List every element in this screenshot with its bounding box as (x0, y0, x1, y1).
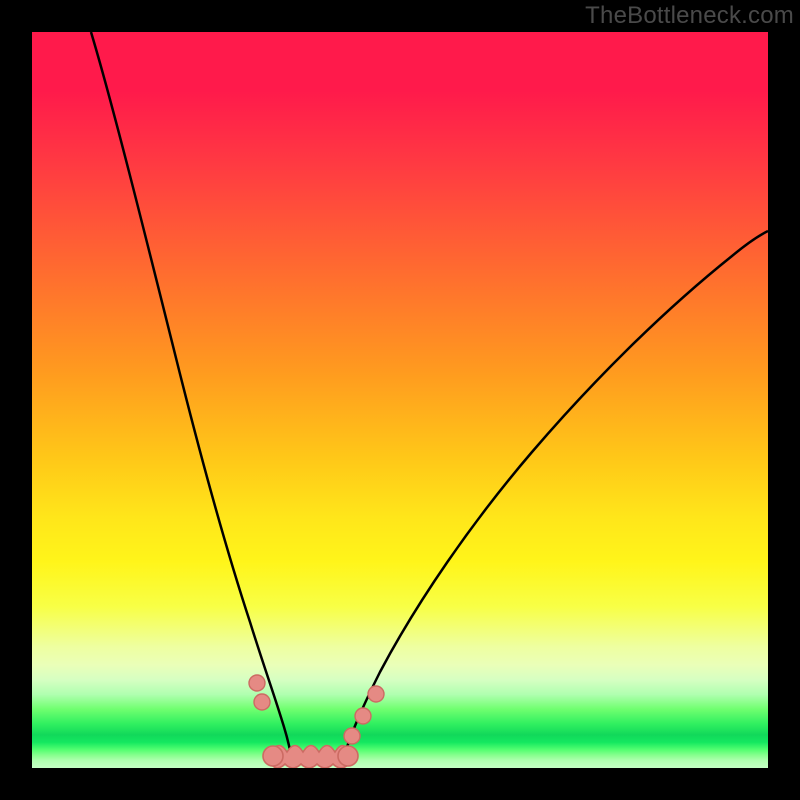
right-marker-1 (344, 728, 360, 744)
bottom-cap-right (338, 746, 358, 766)
right-curve (341, 231, 768, 768)
curves-svg (32, 32, 768, 768)
left-curve (91, 32, 293, 768)
right-marker-2 (355, 708, 371, 724)
left-marker-2 (254, 694, 270, 710)
left-marker-1 (249, 675, 265, 691)
bottom-cap-left (263, 746, 283, 766)
watermark-text: TheBottleneck.com (585, 2, 794, 30)
right-marker-3 (368, 686, 384, 702)
plot-area (32, 32, 768, 768)
chart-frame: TheBottleneck.com (0, 0, 800, 800)
